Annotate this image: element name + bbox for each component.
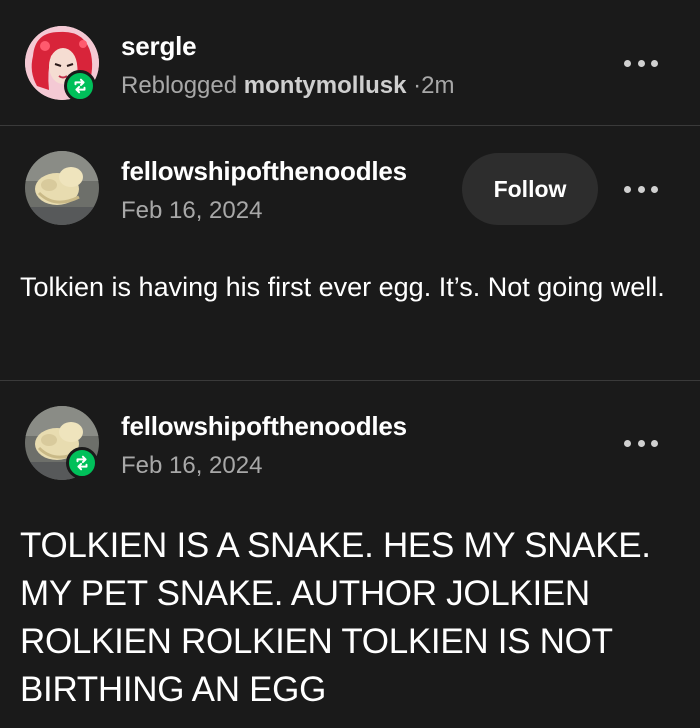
post-1-body: Tolkien is having his first ever egg. It…	[20, 272, 665, 302]
post-1-username[interactable]: fellowshipofthenoodles	[121, 156, 407, 187]
post-2-body: TOLKIEN IS A SNAKE. HES MY SNAKE. MY PET…	[20, 526, 651, 709]
divider	[0, 125, 700, 126]
reblogged-label: Reblogged	[121, 72, 238, 99]
reblog-icon	[74, 78, 86, 94]
reblog-icon	[76, 455, 88, 471]
reblog-time: 2m	[421, 72, 455, 99]
reblog-badge	[66, 447, 98, 479]
post-2-username[interactable]: fellowshipofthenoodles	[121, 411, 407, 442]
follow-button[interactable]: Follow	[462, 153, 598, 225]
avatar[interactable]	[25, 151, 99, 225]
reblog-meta: Reblogged montymollusk ·2m	[121, 72, 455, 100]
divider	[0, 380, 700, 381]
more-options-icon[interactable]	[624, 437, 658, 449]
meta-separator: ·	[413, 72, 422, 99]
more-options-icon[interactable]	[624, 183, 658, 195]
source-username[interactable]: montymollusk	[244, 72, 407, 99]
avatar-image	[25, 151, 99, 225]
reblog-badge	[64, 70, 96, 102]
post-2-date: Feb 16, 2024	[121, 452, 263, 479]
post-thread: sergle Reblogged montymollusk ·2m fellow…	[0, 0, 700, 728]
reblogger-username[interactable]: sergle	[121, 31, 197, 62]
more-options-icon[interactable]	[624, 57, 658, 69]
post-1-date: Feb 16, 2024	[121, 197, 263, 224]
